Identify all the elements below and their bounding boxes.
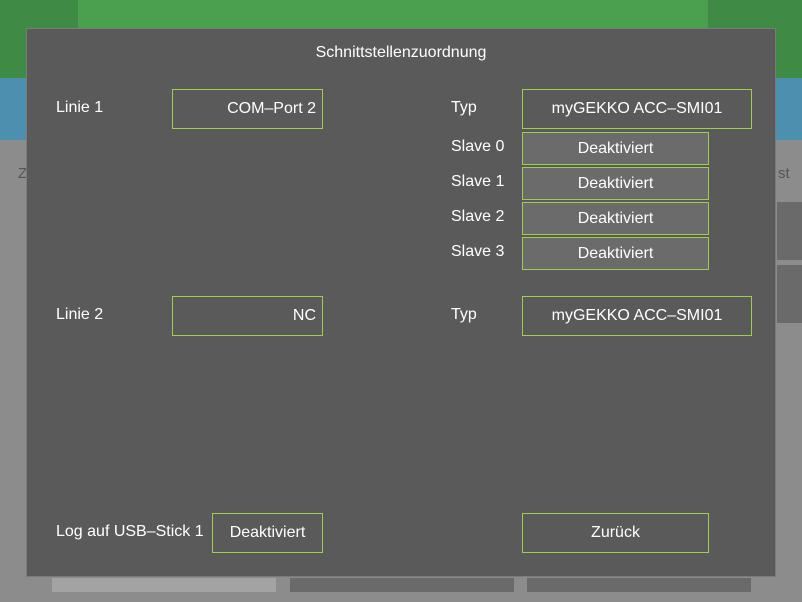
slave3-label: Slave 3 bbox=[451, 243, 505, 260]
slave2-label: Slave 2 bbox=[451, 208, 505, 225]
line1-type-label: Typ bbox=[451, 99, 477, 116]
back-button[interactable]: Zurück bbox=[522, 513, 709, 553]
line1-type-field[interactable]: myGEKKO ACC–SMI01 bbox=[522, 89, 752, 129]
background-side-button-2 bbox=[777, 265, 802, 323]
background-right-text: st bbox=[778, 165, 790, 182]
background-bottom-button-1 bbox=[52, 578, 276, 592]
line2-type-label: Typ bbox=[451, 306, 477, 323]
background-side-button-1 bbox=[777, 202, 802, 260]
slave0-label: Slave 0 bbox=[451, 138, 505, 155]
dialog-title: Schnittstellenzuordnung bbox=[315, 44, 487, 61]
slave3-button[interactable]: Deaktiviert bbox=[522, 237, 709, 270]
slave0-button[interactable]: Deaktiviert bbox=[522, 132, 709, 165]
background-bottom-button-2 bbox=[290, 578, 514, 592]
log-usb-field[interactable]: Deaktiviert bbox=[212, 513, 323, 553]
line1-port-field[interactable]: COM–Port 2 bbox=[172, 89, 323, 129]
log-usb-label: Log auf USB–Stick 1 bbox=[56, 523, 204, 540]
line2-port-field[interactable]: NC bbox=[172, 296, 323, 336]
background-bottom-button-3 bbox=[527, 578, 751, 592]
line1-label: Linie 1 bbox=[56, 99, 104, 116]
slave2-button[interactable]: Deaktiviert bbox=[522, 202, 709, 235]
slave1-label: Slave 1 bbox=[451, 173, 505, 190]
line2-label: Linie 2 bbox=[56, 306, 104, 323]
line2-type-field[interactable]: myGEKKO ACC–SMI01 bbox=[522, 296, 752, 336]
interface-assignment-dialog: Schnittstellenzuordnung Linie 1 COM–Port… bbox=[26, 28, 776, 577]
slave1-button[interactable]: Deaktiviert bbox=[522, 167, 709, 200]
